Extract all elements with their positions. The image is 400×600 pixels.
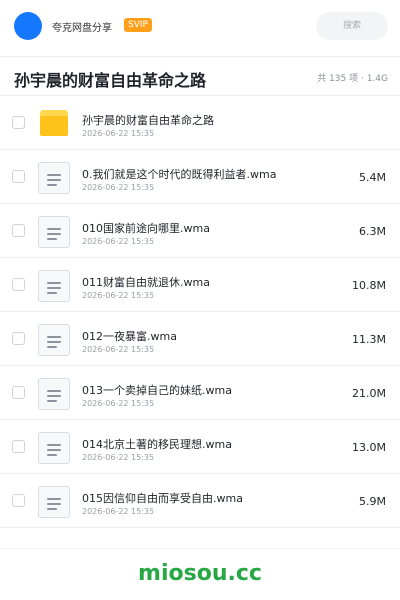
watermark: miosou.cc (138, 561, 262, 586)
list-item[interactable]: 010国家前途向哪里.wma 2026-06-22 15:35 6.3M (0, 204, 400, 258)
item-date: 2026-06-22 15:35 (82, 237, 155, 246)
audio-file-icon (38, 216, 70, 248)
list-item[interactable]: 012一夜暴富.wma 2026-06-22 15:35 11.3M (0, 312, 400, 366)
list-item[interactable]: 0.我们就是这个时代的既得利益者.wma 2026-06-22 15:35 5.… (0, 150, 400, 204)
item-name: 010国家前途向哪里.wma (82, 222, 210, 235)
item-date: 2026-06-22 15:35 (82, 291, 155, 300)
list-item[interactable]: 014北京土著的移民理想.wma 2026-06-22 15:35 13.0M (0, 420, 400, 474)
audio-file-icon (38, 270, 70, 302)
item-name: 011财富自由就退休.wma (82, 276, 210, 289)
folder-summary: 共 135 项 · 1.4G (317, 74, 388, 84)
item-date: 2026-06-22 15:35 (82, 453, 155, 462)
top-header: 夸克网盘分享 SVIP 搜索 (0, 0, 400, 52)
item-date: 2026-06-22 15:35 (82, 183, 155, 192)
checkbox[interactable] (12, 278, 25, 291)
checkbox[interactable] (12, 386, 25, 399)
item-size: 5.9M (359, 495, 386, 508)
audio-file-icon (38, 432, 70, 464)
audio-file-icon (38, 324, 70, 356)
item-name: 015因信仰自由而享受自由.wma (82, 492, 243, 505)
list-item[interactable]: 015因信仰自由而享受自由.wma 2026-06-22 15:35 5.9M (0, 474, 400, 528)
search-input[interactable]: 搜索 (316, 12, 388, 40)
item-name: 014北京土著的移民理想.wma (82, 438, 232, 451)
checkbox[interactable] (12, 332, 25, 345)
audio-file-icon (38, 378, 70, 410)
checkbox[interactable] (12, 170, 25, 183)
checkbox[interactable] (12, 116, 25, 129)
folder-icon (38, 108, 70, 140)
list-item[interactable]: 011财富自由就退休.wma 2026-06-22 15:35 10.8M (0, 258, 400, 312)
item-date: 2026-06-22 15:35 (82, 345, 155, 354)
folder-title-bar: 孙宇晨的财富自由革命之路 共 135 项 · 1.4G (0, 56, 400, 96)
checkbox[interactable] (12, 440, 25, 453)
item-name: 012一夜暴富.wma (82, 330, 177, 343)
item-size: 10.8M (352, 279, 386, 292)
app-name: 夸克网盘分享 (52, 23, 112, 34)
audio-file-icon (38, 486, 70, 518)
item-name: 013一个卖掉自己的妹纸.wma (82, 384, 232, 397)
item-size: 21.0M (352, 387, 386, 400)
svip-badge: SVIP (124, 18, 152, 32)
list-item[interactable]: 013一个卖掉自己的妹纸.wma 2026-06-22 15:35 21.0M (0, 366, 400, 420)
item-name: 0.我们就是这个时代的既得利益者.wma (82, 168, 277, 181)
item-size: 11.3M (352, 333, 386, 346)
item-date: 2026-06-22 15:35 (82, 399, 155, 408)
page-title: 孙宇晨的财富自由革命之路 (14, 71, 207, 90)
checkbox[interactable] (12, 494, 25, 507)
item-name: 孙宇晨的财富自由革命之路 (82, 114, 214, 127)
footer: miosou.cc (0, 548, 400, 600)
audio-file-icon (38, 162, 70, 194)
list-item[interactable]: 孙宇晨的财富自由革命之路 2026-06-22 15:35 (0, 96, 400, 150)
item-date: 2026-06-22 15:35 (82, 129, 155, 138)
item-size: 6.3M (359, 225, 386, 238)
avatar[interactable] (14, 12, 42, 40)
file-list: 孙宇晨的财富自由革命之路 2026-06-22 15:35 0.我们就是这个时代… (0, 96, 400, 528)
item-date: 2026-06-22 15:35 (82, 507, 155, 516)
item-size: 5.4M (359, 171, 386, 184)
checkbox[interactable] (12, 224, 25, 237)
item-size: 13.0M (352, 441, 386, 454)
